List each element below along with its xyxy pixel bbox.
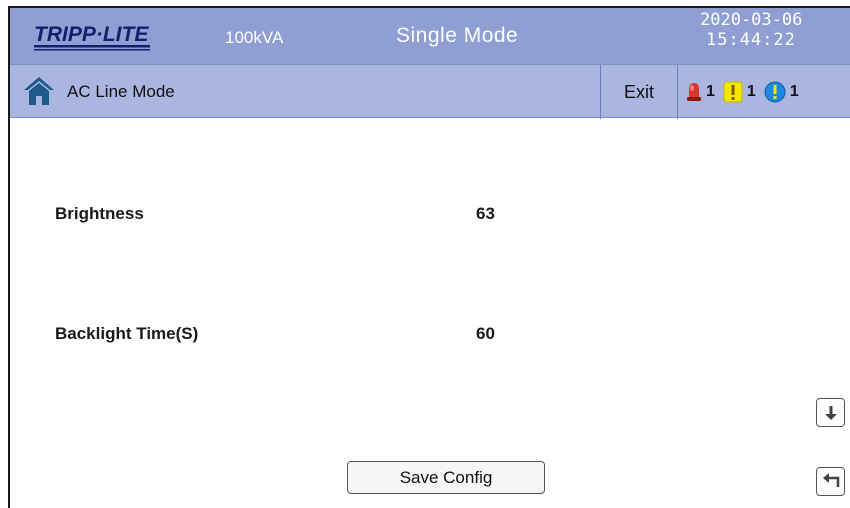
ups-capacity: 100kVA: [225, 28, 284, 47]
date-text: 2020-03-06: [700, 10, 803, 30]
backlight-time-label: Backlight Time(S): [55, 324, 199, 343]
return-arrow-icon: [823, 473, 840, 487]
tripp-lite-logo: TRIPP·LITE: [34, 23, 150, 51]
date-time-display: 2020-03-06 15:44:22: [700, 10, 850, 50]
arrow-down-icon: [825, 406, 837, 420]
home-icon[interactable]: [22, 75, 56, 107]
ups-display-screen: TRIPP·LITE 100kVA Single Mode 2020-03-06…: [8, 6, 850, 508]
red-alarm-beacon-icon: [687, 83, 701, 101]
brand-text: TRIPP·LITE: [34, 23, 149, 46]
backlight-time-value[interactable]: 60: [476, 324, 495, 344]
info-count: 1: [789, 83, 799, 100]
divider: [677, 65, 678, 119]
blue-info-icon: [764, 81, 786, 103]
back-button[interactable]: [816, 467, 845, 496]
scroll-down-button[interactable]: [816, 398, 845, 427]
status-bar: AC Line Mode Exit 1 1 1: [10, 64, 850, 119]
alarm-indicators[interactable]: 1 1 1: [686, 79, 807, 105]
time-text: 15:44:22: [706, 30, 796, 50]
warning-count: 1: [746, 83, 756, 100]
yellow-warning-icon: [723, 81, 743, 103]
top-header-bar: TRIPP·LITE 100kVA Single Mode 2020-03-06…: [10, 8, 850, 64]
alarm-count: 1: [706, 83, 715, 100]
page-title: AC Line Mode: [67, 82, 175, 101]
exit-button[interactable]: Exit: [601, 65, 677, 119]
brightness-value[interactable]: 63: [476, 204, 495, 224]
brightness-label: Brightness: [55, 204, 144, 223]
operating-mode: Single Mode: [396, 24, 519, 47]
save-config-button[interactable]: Save Config: [347, 461, 545, 494]
